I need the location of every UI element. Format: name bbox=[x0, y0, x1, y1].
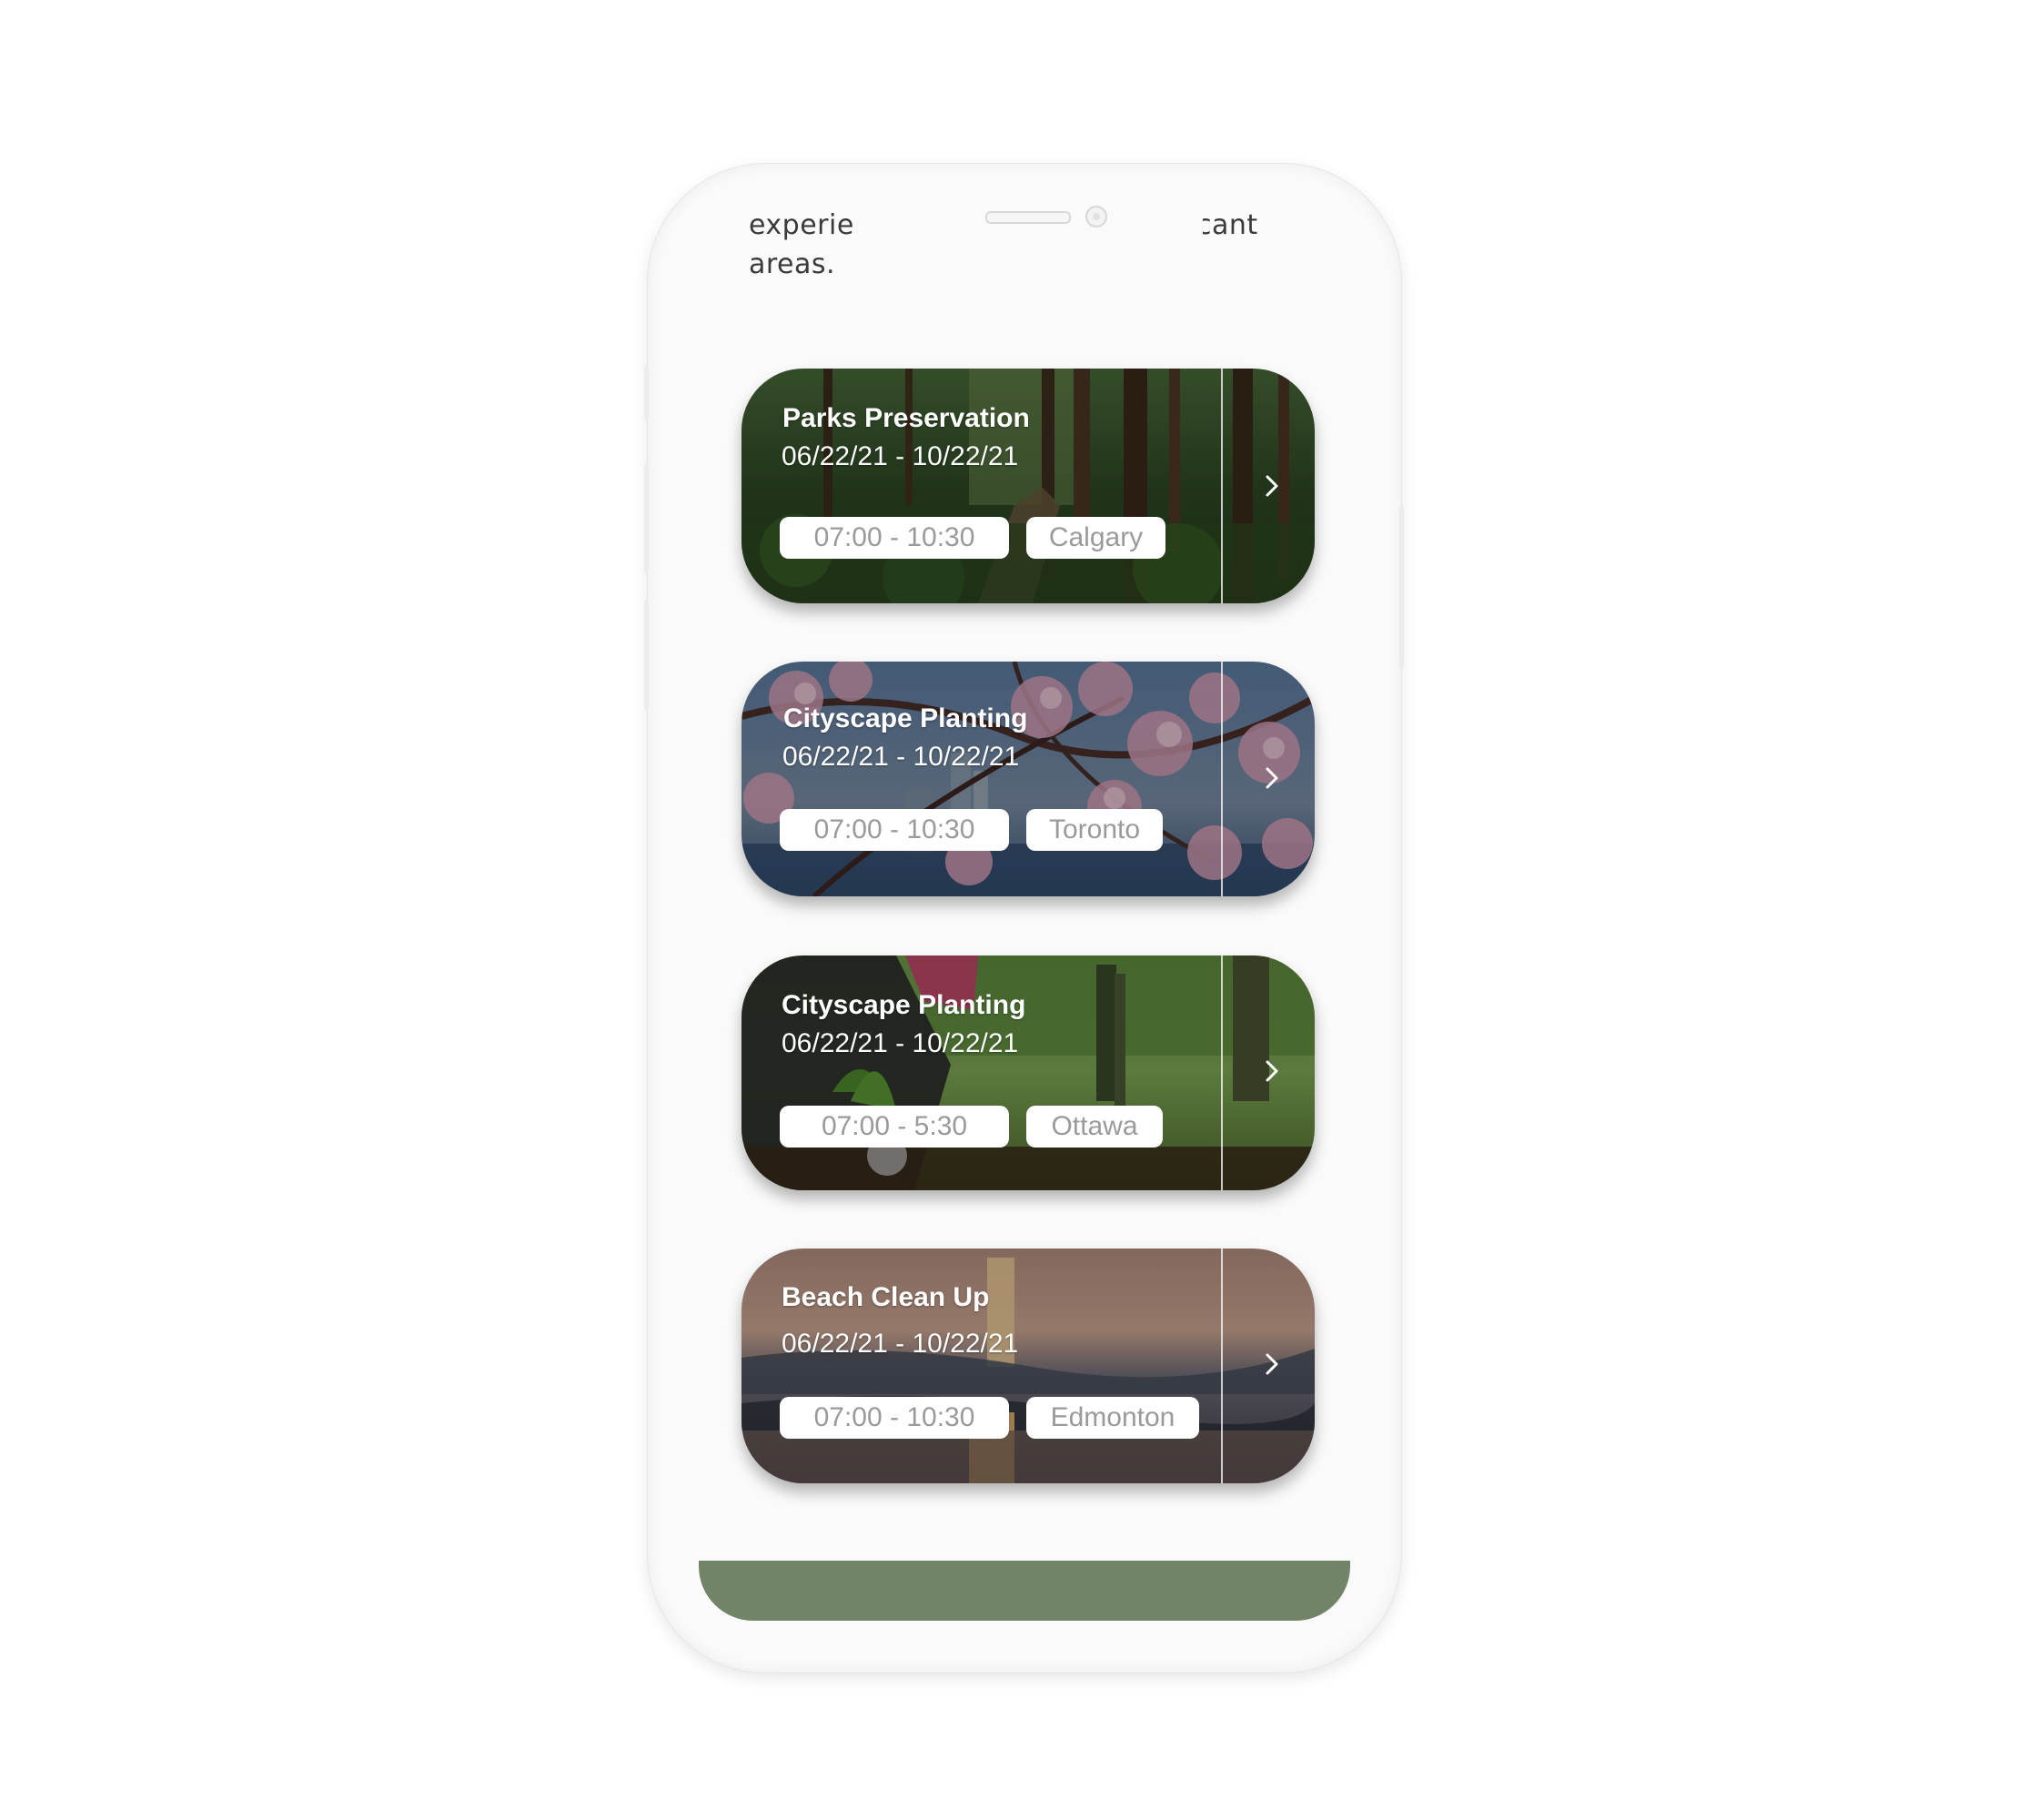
event-title: Cityscape Planting bbox=[782, 990, 1026, 1020]
phone-side-button-volume-up bbox=[644, 464, 649, 573]
intro-text-line1-right: cant bbox=[1196, 209, 1258, 241]
event-card[interactable]: Beach Clean Up 06/22/21 - 10/22/21 07:00… bbox=[742, 1249, 1315, 1483]
event-dates: 06/22/21 - 10/22/21 bbox=[782, 1329, 1019, 1359]
event-card[interactable]: Cityscape Planting 06/22/21 - 10/22/21 0… bbox=[742, 662, 1315, 896]
chevron-right-icon[interactable] bbox=[1258, 1057, 1286, 1085]
intro-text-line2: areas. bbox=[749, 248, 836, 280]
phone-camera-icon bbox=[1085, 206, 1107, 228]
phone-side-button-power bbox=[1399, 505, 1404, 669]
event-time-badge: 07:00 - 10:30 bbox=[780, 809, 1009, 851]
event-title: Cityscape Planting bbox=[783, 703, 1028, 733]
event-time-badge: 07:00 - 5:30 bbox=[780, 1106, 1009, 1148]
chevron-right-icon[interactable] bbox=[1258, 764, 1286, 792]
event-dates: 06/22/21 - 10/22/21 bbox=[782, 441, 1019, 471]
event-time-badge: 07:00 - 10:30 bbox=[780, 517, 1009, 559]
event-city-badge: Calgary bbox=[1026, 517, 1165, 559]
event-card-divider bbox=[1221, 662, 1223, 896]
event-title: Parks Preservation bbox=[782, 403, 1030, 433]
event-card[interactable]: Cityscape Planting 06/22/21 - 10/22/21 0… bbox=[742, 956, 1315, 1190]
chevron-right-icon[interactable] bbox=[1258, 1350, 1286, 1378]
event-city-badge: Toronto bbox=[1026, 809, 1163, 851]
event-dates: 06/22/21 - 10/22/21 bbox=[782, 742, 1020, 772]
event-card-divider bbox=[1221, 369, 1223, 603]
phone-side-button-volume-down bbox=[644, 601, 649, 710]
bottom-navigation-bar bbox=[699, 1561, 1350, 1621]
phone-speaker bbox=[985, 211, 1071, 224]
event-time-badge: 07:00 - 10:30 bbox=[780, 1397, 1009, 1439]
event-title: Beach Clean Up bbox=[782, 1282, 990, 1312]
event-city-badge: Ottawa bbox=[1026, 1106, 1163, 1148]
chevron-right-icon[interactable] bbox=[1258, 472, 1286, 500]
event-card[interactable]: Parks Preservation 06/22/21 - 10/22/21 0… bbox=[742, 369, 1315, 603]
intro-text-line1-left: experie bbox=[749, 209, 854, 241]
event-card-divider bbox=[1221, 1249, 1223, 1483]
event-dates: 06/22/21 - 10/22/21 bbox=[782, 1028, 1019, 1058]
event-card-divider bbox=[1221, 956, 1223, 1190]
event-city-badge: Edmonton bbox=[1026, 1397, 1199, 1439]
event-card-overlay bbox=[742, 662, 1315, 896]
phone-side-button-silent bbox=[644, 366, 649, 420]
